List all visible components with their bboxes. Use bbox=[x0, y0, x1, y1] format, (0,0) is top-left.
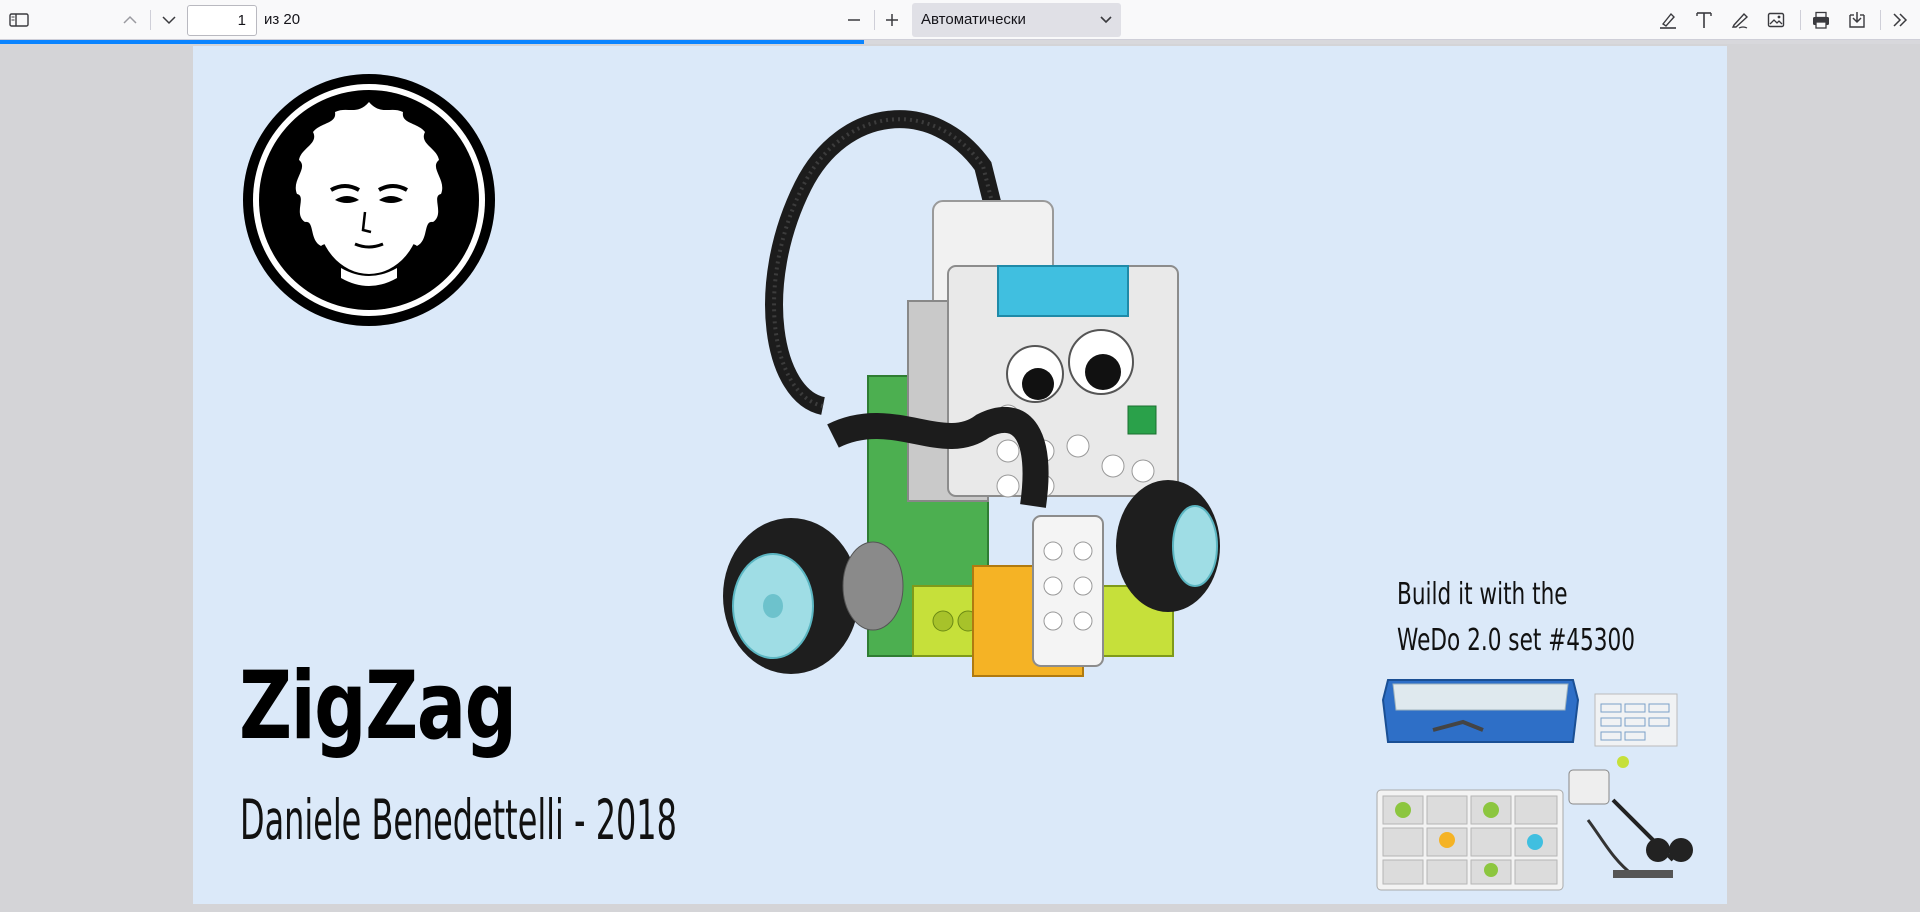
zoom-select[interactable]: Автоматически bbox=[912, 3, 1121, 37]
toolbar-divider bbox=[1800, 10, 1801, 30]
author-logo bbox=[243, 74, 495, 326]
page-number-input[interactable]: 1 bbox=[187, 5, 257, 36]
next-page-icon[interactable] bbox=[155, 6, 183, 34]
page-count-label: из 20 bbox=[264, 11, 301, 28]
toolbar-divider bbox=[874, 10, 875, 30]
wedo-kit-image bbox=[1376, 679, 1693, 891]
save-icon[interactable] bbox=[1843, 6, 1871, 34]
toolbar-divider bbox=[150, 10, 151, 30]
robot-illustration bbox=[723, 110, 1220, 677]
document-title: ZigZag bbox=[239, 652, 517, 761]
toolbar-divider bbox=[1880, 10, 1881, 30]
build-note: Build it with the WeDo 2.0 set #45300 bbox=[1397, 572, 1635, 664]
text-icon[interactable] bbox=[1690, 6, 1718, 34]
document-viewer[interactable]: ZigZag Daniele Benedettelli - 2018 Build… bbox=[0, 44, 1920, 912]
previous-page-icon[interactable] bbox=[116, 6, 144, 34]
build-note-line2: WeDo 2.0 set #45300 bbox=[1397, 623, 1636, 658]
image-icon[interactable] bbox=[1762, 6, 1790, 34]
build-note-line1: Build it with the bbox=[1397, 577, 1568, 612]
zoom-select-value: Автоматически bbox=[921, 11, 1026, 28]
highlight-icon[interactable] bbox=[1654, 6, 1682, 34]
zoom-in-icon[interactable] bbox=[878, 6, 906, 34]
draw-icon[interactable] bbox=[1726, 6, 1754, 34]
document-subtitle: Daniele Benedettelli - 2018 bbox=[240, 788, 677, 852]
more-tools-icon[interactable] bbox=[1886, 6, 1914, 34]
zoom-out-icon[interactable] bbox=[840, 6, 868, 34]
pdf-page: ZigZag Daniele Benedettelli - 2018 Build… bbox=[193, 46, 1727, 904]
pdf-toolbar: 1 из 20 Автоматически bbox=[0, 0, 1920, 40]
print-icon[interactable] bbox=[1807, 6, 1835, 34]
sidebar-toggle-icon[interactable] bbox=[5, 6, 33, 34]
